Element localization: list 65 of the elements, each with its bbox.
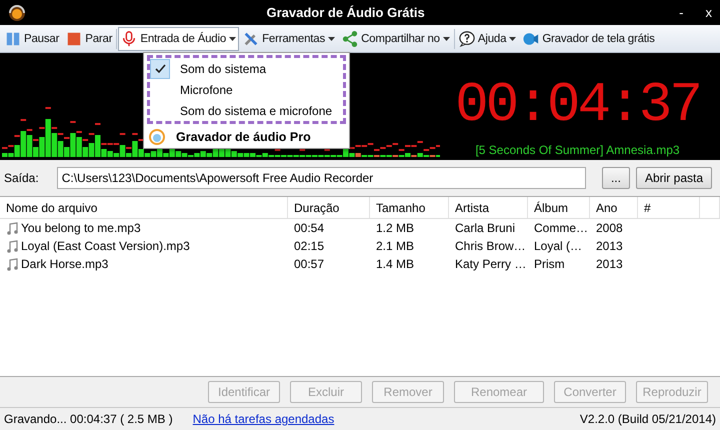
table-cell: 2013 bbox=[596, 257, 623, 271]
music-note-icon bbox=[6, 258, 19, 270]
table-cell: Chris Brow… bbox=[455, 239, 526, 253]
column-header[interactable]: Nome do arquivo bbox=[0, 197, 288, 218]
column-header[interactable]: # bbox=[638, 197, 700, 218]
caret-icon bbox=[229, 36, 236, 40]
table-cell: Dark Horse.mp3 bbox=[21, 257, 108, 271]
toolbar-button[interactable]: Entrada de Áudio bbox=[118, 26, 240, 50]
table-cell: 00:54 bbox=[294, 221, 324, 235]
menu-item[interactable]: Som do sistema bbox=[180, 62, 266, 76]
app-logo-icon bbox=[8, 4, 26, 22]
column-header[interactable]: Álbum bbox=[528, 197, 590, 218]
checkmark-icon bbox=[154, 64, 166, 74]
menu-item[interactable]: Som do sistema e microfone bbox=[180, 104, 332, 118]
open-folder-button[interactable]: Abrir pasta bbox=[636, 167, 712, 189]
caret-icon bbox=[328, 36, 336, 40]
toolbar-button[interactable]: Parar bbox=[63, 26, 116, 50]
table-cell: 02:15 bbox=[294, 239, 324, 253]
track-title: [5 Seconds Of Summer] Amnesia.mp3 bbox=[475, 143, 680, 157]
table-cell: 1.4 MB bbox=[376, 257, 414, 271]
music-note-icon bbox=[6, 222, 19, 234]
table-cell: Prism bbox=[534, 257, 565, 271]
toolbar-button[interactable]: Ferramentas bbox=[240, 26, 338, 50]
audio-recorder-icon bbox=[148, 128, 166, 146]
column-header[interactable]: Duração bbox=[288, 197, 370, 218]
browse-button[interactable]: ... bbox=[602, 167, 630, 189]
column-header[interactable]: Artista bbox=[449, 197, 528, 218]
column-header[interactable]: Tamanho bbox=[370, 197, 449, 218]
caret-icon bbox=[509, 36, 516, 40]
version-label: V2.2.0 (Build 05/21/2014) bbox=[580, 412, 716, 426]
scheduled-tasks-link[interactable]: Não há tarefas agendadas bbox=[192, 412, 334, 426]
toolbar-button[interactable]: Gravador de tela grátis bbox=[520, 26, 658, 50]
table-cell: 1.2 MB bbox=[376, 221, 414, 235]
menu-item[interactable]: Microfone bbox=[180, 82, 233, 96]
table-cell: You belong to me.mp3 bbox=[21, 221, 141, 235]
table-cell: Loyal (East Coast Version).mp3 bbox=[21, 239, 190, 253]
menu-item[interactable]: Gravador de áudio Pro bbox=[176, 130, 311, 144]
table-cell: Comme… bbox=[534, 221, 588, 235]
column-header[interactable]: Ano bbox=[590, 197, 638, 218]
table-cell: Loyal (… bbox=[534, 239, 582, 253]
stop-icon bbox=[66, 30, 82, 46]
tools-icon bbox=[243, 30, 260, 46]
minimize-button[interactable]: - bbox=[679, 5, 684, 20]
close-button[interactable]: x bbox=[706, 5, 712, 20]
timer-display: 00:04:37 bbox=[455, 73, 700, 137]
table-cell: Carla Bruni bbox=[455, 221, 516, 235]
table-cell: 00:57 bbox=[294, 257, 324, 271]
output-label: Saída: bbox=[4, 171, 39, 185]
table-cell: 2013 bbox=[596, 239, 623, 253]
recording-status: Gravando... 00:04:37 ( 2.5 MB ) bbox=[4, 412, 173, 426]
video-camera-icon bbox=[523, 30, 540, 46]
output-path-field[interactable]: C:\Users\123\Documents\Apowersoft Free Audio Recorder bbox=[56, 167, 586, 189]
pause-icon bbox=[5, 30, 21, 46]
table-cell: 2008 bbox=[596, 221, 623, 235]
help-icon bbox=[458, 30, 475, 46]
toolbar-button[interactable]: Pausar bbox=[2, 26, 62, 50]
music-note-icon bbox=[6, 240, 19, 252]
window-title: Gravador de Áudio Grátis bbox=[265, 5, 426, 20]
caret-icon bbox=[442, 36, 450, 40]
toolbar-button[interactable]: Ajuda bbox=[456, 26, 520, 50]
share-icon bbox=[342, 30, 358, 46]
table-cell: Katy Perry … bbox=[455, 257, 526, 271]
table-cell: 2.1 MB bbox=[376, 239, 414, 253]
toolbar-button[interactable]: Compartilhar no bbox=[339, 26, 453, 50]
microphone-icon bbox=[121, 30, 138, 46]
